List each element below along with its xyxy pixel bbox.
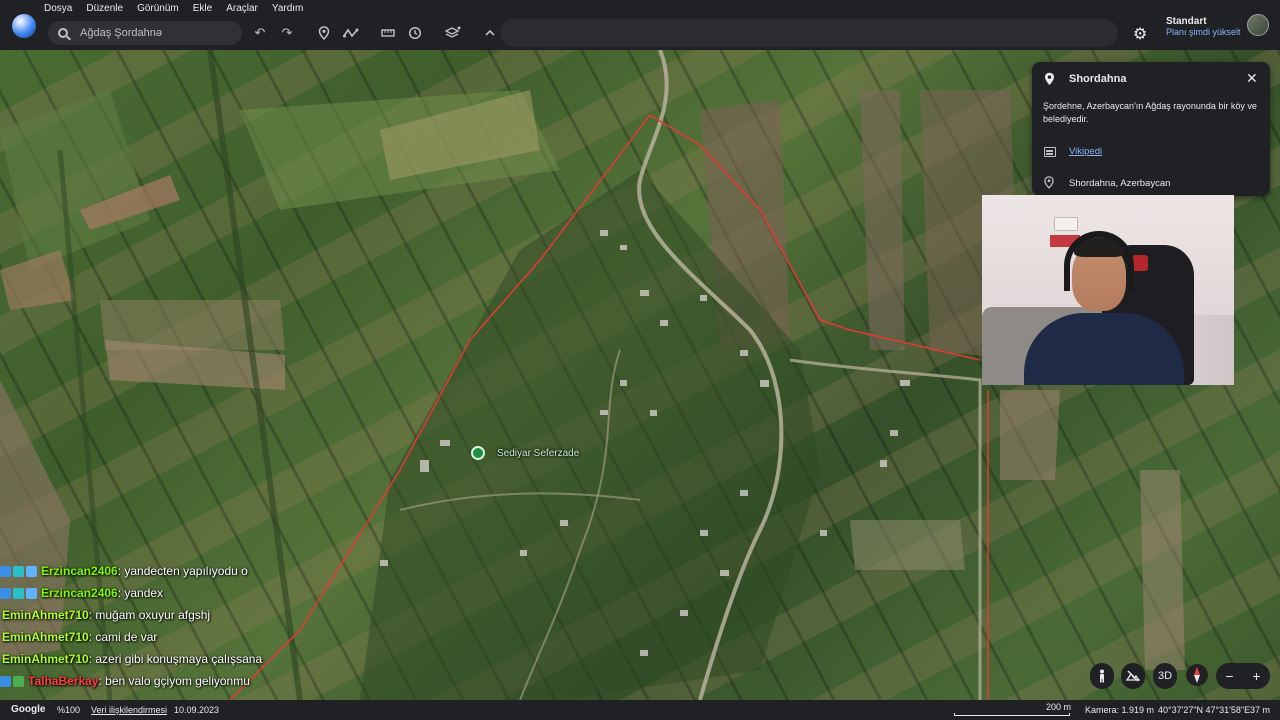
plan-name: Standart [1166,16,1207,27]
chat-badge-icon [0,675,11,687]
upgrade-plan-link[interactable]: Planı şimdi yükselt [1166,27,1241,37]
webcam-overlay [982,195,1234,385]
gear-icon[interactable]: ⚙ [1133,24,1147,44]
chat-badge-icon [13,565,24,577]
scale-label: 200 m [1046,702,1072,712]
place-description: Şordehne, Azerbaycan'ın Ağdaş rayonunda … [1043,101,1257,124]
stream-chat: Erzincan2406 : yandecten yapılıyodu o Er… [0,560,330,692]
chat-message: Erzincan2406 : yandecten yapılıyodu o [0,560,330,582]
street-view-pegman-icon[interactable] [1090,663,1114,689]
place-title: Shordahna [1069,73,1127,85]
history-icon[interactable] [407,25,423,41]
chat-text: : azeri gibi konuşmaya çalışsana [88,652,263,666]
cursor-elevation: 37 m [1250,705,1271,715]
chat-text: : cami de var [88,630,158,644]
chat-badge-icon [13,587,24,599]
zoom-percent: %100 [57,705,81,715]
field-patch [1140,470,1185,670]
search-box[interactable] [48,21,242,45]
menu-help[interactable]: Yardım [272,3,304,14]
chat-badge-icon [0,587,11,599]
undo-icon[interactable]: ↶ [252,25,268,41]
chat-text: : yandex [117,586,164,600]
wikipedia-link[interactable]: Vikipedi [1069,146,1102,157]
avatar[interactable] [1247,14,1269,36]
menu-insert[interactable]: Ekle [193,3,212,14]
search-input[interactable] [80,27,230,39]
close-icon[interactable]: ✕ [1246,70,1258,87]
field-patch [0,90,150,270]
field-patch [1000,390,1060,480]
chat-badge-icon [26,565,37,577]
chat-username: Erzincan2406 [41,586,118,600]
place-pin-icon [1044,72,1055,89]
address-pin-icon [1044,176,1054,192]
menu-bar: Dosya Düzenle Görünüm Ekle Araçlar Yardı… [0,0,1280,16]
chat-message: TalhaBerkay : ben valo gçiyom geliyonmu [0,670,330,692]
field-patch [0,250,75,310]
search-icon [58,28,68,38]
chat-text: : ben valo gçiyom geliyonmu [98,674,250,688]
layers-icon[interactable] [445,25,461,41]
camera-altitude: Kamera: 1.919 m [1085,705,1155,715]
google-earth-logo-icon[interactable] [12,14,36,38]
3d-toggle-button[interactable]: 3D [1153,663,1177,689]
chat-username: EminAhmet710 [2,608,89,622]
placemark-icon[interactable] [316,25,332,41]
data-attribution-link[interactable]: Veri ilişkilendirmesi [91,705,167,715]
chat-message: EminAhmet710 : cami de var [0,626,330,648]
menu-edit[interactable]: Düzenle [86,3,123,14]
toolbar-extension-area [500,19,1118,47]
poi-marker[interactable]: Sediyar Seferzade [471,446,579,460]
chat-badge-icon [0,565,11,577]
chat-text: : yandecten yapılıyodu o [117,564,248,578]
article-icon [1044,147,1056,157]
compass-icon[interactable] [1186,664,1208,686]
cursor-coordinates: 40°37'27"N 47°31'58"E [1158,705,1251,715]
field-patch [860,90,905,350]
menu-tools[interactable]: Araçlar [226,3,258,14]
imagery-date: 10.09.2023 [174,705,220,715]
menu-view[interactable]: Görünüm [137,3,179,14]
chat-message: Erzincan2406 : yandex [0,582,330,604]
redo-icon[interactable]: ↷ [279,25,295,41]
webcam-chair-accent [1132,255,1148,271]
chat-message: EminAhmet710 : muğam oxuyur afgshj [0,604,330,626]
chevron-up-icon[interactable] [482,25,498,41]
toolbar: ↶ ↷ ⚙ Standart Planı şimdi yükselt [0,14,1280,50]
poi-label[interactable]: Sediyar Seferzade [497,448,579,459]
chat-badge-icon [13,675,24,687]
chat-username: EminAhmet710 [2,630,89,644]
chat-username: EminAhmet710 [2,652,89,666]
google-logo: Google [11,704,46,715]
scale-bar [954,713,1070,716]
chat-username: TalhaBerkay [28,674,99,688]
chat-username: Erzincan2406 [41,564,118,578]
ruler-icon[interactable] [380,25,396,41]
menu-file[interactable]: Dosya [44,3,72,14]
field-patch [850,520,965,570]
zoom-controls: − + [1216,663,1270,689]
zoom-in-button[interactable]: + [1243,668,1270,684]
zoom-out-button[interactable]: − [1216,668,1243,684]
chat-badge-icon [26,587,37,599]
terrain-toggle-icon[interactable] [1121,663,1145,689]
webcam-wall-frame [1054,217,1078,231]
place-info-panel: Shordahna ✕ Şordehne, Azerbaycan'ın Ağda… [1032,62,1270,196]
path-icon[interactable] [343,25,359,41]
status-bar: Google %100 Veri ilişkilendirmesi 10.09.… [0,700,1280,720]
park-icon [471,446,485,460]
chat-text: : muğam oxuyur afgshj [88,608,211,622]
place-address: Shordahna, Azerbaycan [1069,178,1171,189]
chat-message: EminAhmet710 : azeri gibi konuşmaya çalı… [0,648,330,670]
